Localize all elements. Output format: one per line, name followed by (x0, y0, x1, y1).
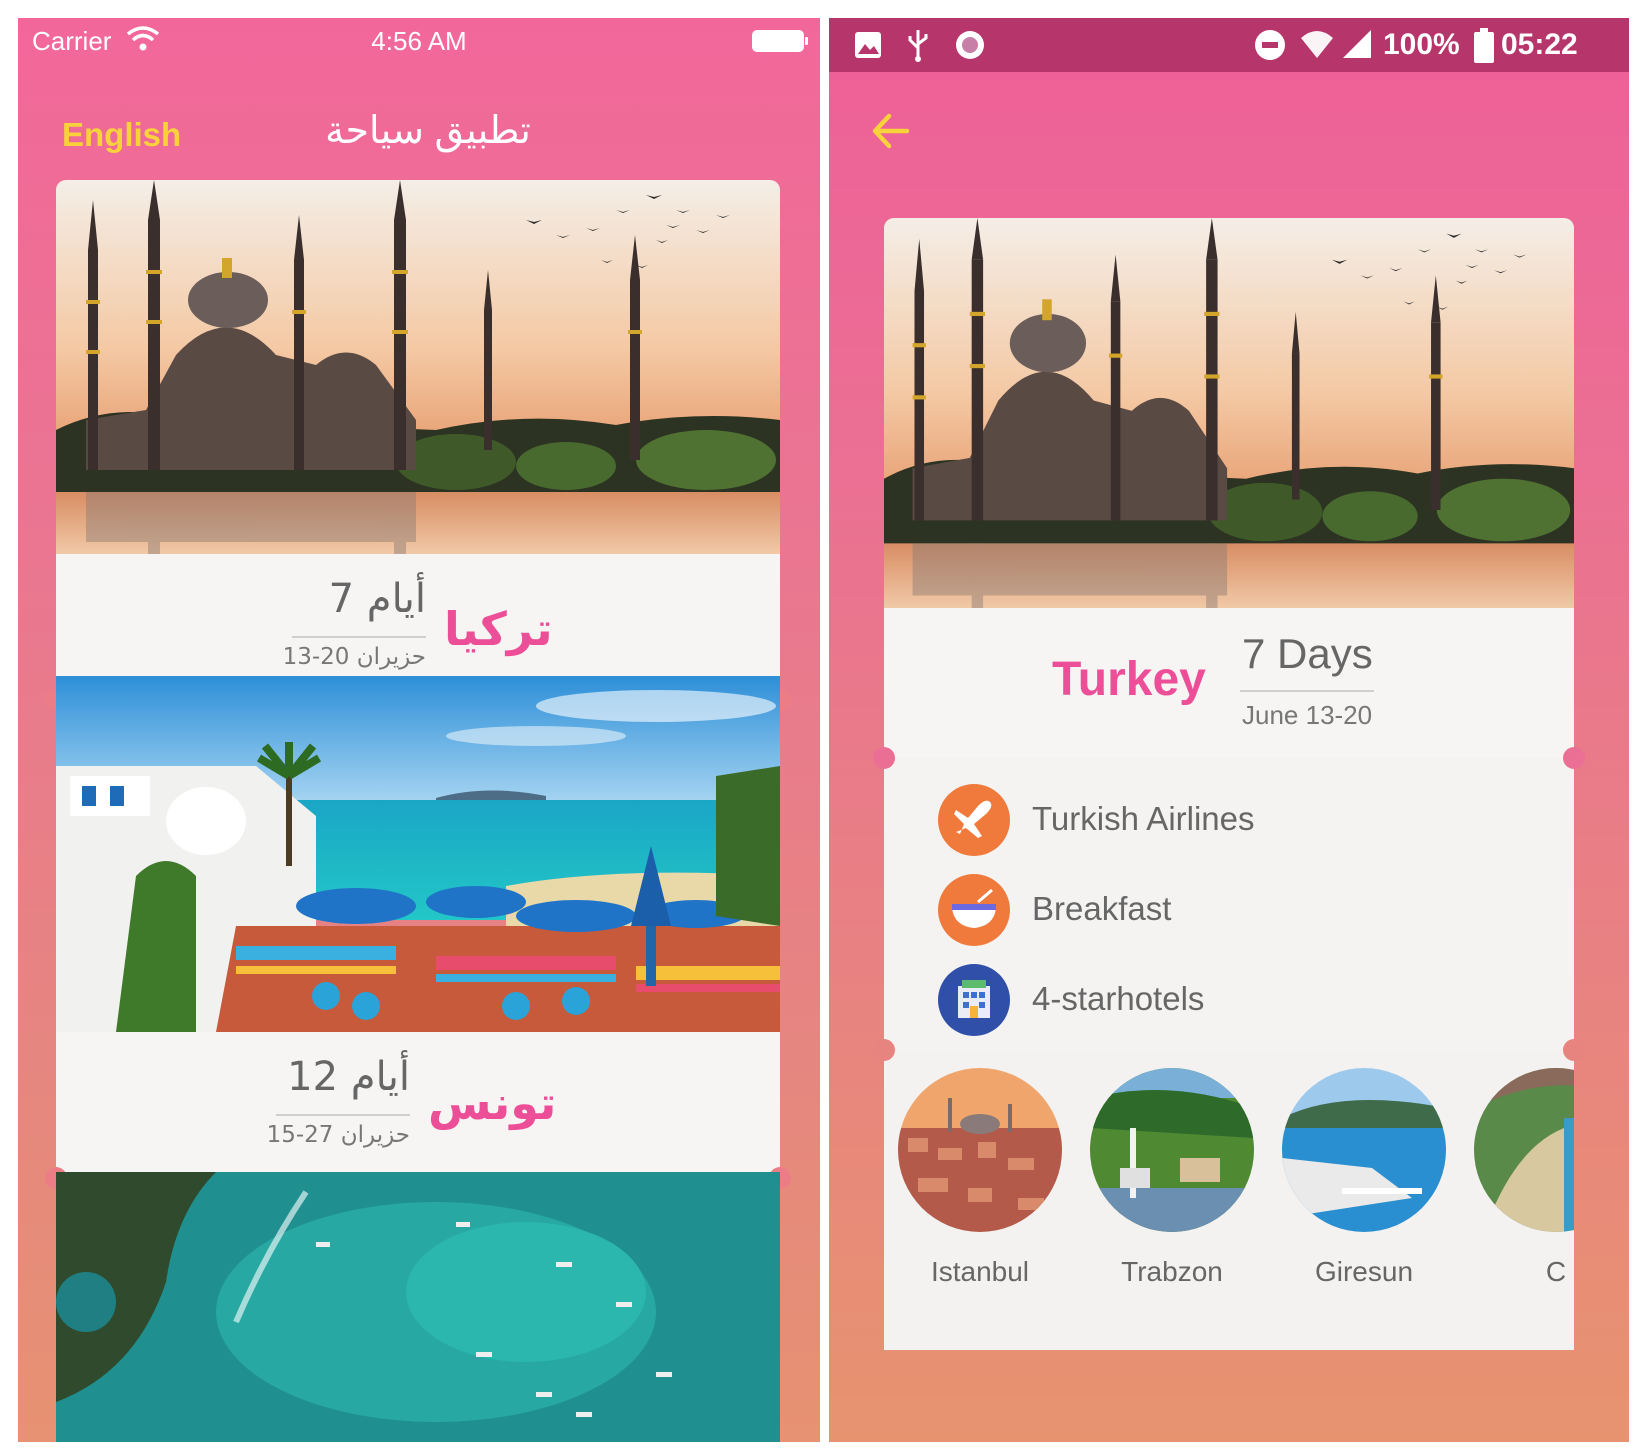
status-time: 05:22 (1501, 28, 1578, 61)
gallery-notification-icon (853, 30, 883, 65)
info-divider (1240, 690, 1374, 692)
wifi-icon (1299, 26, 1335, 67)
city-name: Giresun (1314, 1256, 1414, 1287)
trip-country: تركيا (444, 602, 553, 656)
city-list: Istanbul Trabzon Giresun C (884, 1050, 1574, 1350)
city-name: C (1545, 1256, 1567, 1287)
tunisia-beach-photo (56, 676, 780, 1032)
aerial-coast-photo (56, 1172, 780, 1442)
usb-icon (905, 28, 931, 67)
feature-label: 4-starhotels (1032, 980, 1205, 1017)
trip-dates: 15-27 حزيران (266, 1122, 410, 1148)
battery-percent: 100% (1383, 28, 1460, 61)
trip-days: 7 أيام (328, 576, 426, 622)
do-not-disturb-icon (1253, 28, 1287, 67)
trip-card-third[interactable] (56, 1172, 780, 1442)
hotel-icon (938, 964, 1010, 1036)
tunisia-trip-info: 12 أيام 15-27 حزيران تونس (56, 1032, 780, 1178)
airplane-icon (938, 784, 1010, 856)
app-title: تطبيق سياحة (325, 110, 531, 152)
ticket-notch (873, 1039, 895, 1061)
city-photo (1090, 1068, 1254, 1232)
info-divider (292, 636, 426, 638)
back-button[interactable] (867, 106, 917, 156)
ticket-notch (1563, 747, 1585, 769)
feature-label: Turkish Airlines (1032, 800, 1255, 837)
city-name: Istanbul (930, 1256, 1030, 1287)
trip-card-tunisia[interactable]: 12 أيام 15-27 حزيران تونس (45, 676, 791, 1196)
status-time: 4:56 AM (371, 26, 467, 56)
status-bar: 100% 05:22 (829, 18, 1629, 72)
feature-label: Breakfast (1032, 890, 1172, 927)
turkey-mosque-photo (884, 218, 1574, 608)
record-icon (953, 28, 987, 67)
trip-features: Turkish Airlines Breakfast 4-starhotels (884, 758, 1574, 1050)
turkey-mosque-photo (56, 180, 780, 554)
ticket-notch (873, 747, 895, 769)
app-header: English تطبيق سياحة (18, 90, 820, 190)
arrow-left-icon (872, 113, 910, 149)
trip-days: 7 Days (1242, 630, 1373, 677)
home-screen-arabic: Carrier 4:56 AM English تطبيق سياحة 7 أي… (18, 18, 820, 1442)
language-toggle-button[interactable]: English (62, 116, 181, 154)
info-divider (276, 1114, 410, 1116)
breakfast-bowl-icon (938, 874, 1010, 946)
city-photo (898, 1068, 1062, 1232)
signal-icon (1339, 26, 1375, 67)
feature-airline: Turkish Airlines (938, 784, 1538, 856)
trip-card-turkey[interactable]: 7 أيام 13-20 حزيران تركيا (45, 180, 791, 711)
status-bar: Carrier 4:56 AM (18, 18, 820, 68)
trip-country: تونس (428, 1076, 557, 1130)
feature-breakfast: Breakfast (938, 874, 1538, 946)
city-name: Trabzon (1121, 1256, 1223, 1287)
city-photo (1474, 1068, 1574, 1232)
city-photo (1282, 1068, 1446, 1232)
battery-icon (1473, 28, 1495, 69)
ticket-notch (1563, 1039, 1585, 1061)
battery-icon (752, 30, 808, 52)
trip-dates: 13-20 حزيران (282, 644, 426, 670)
trip-days: 12 أيام (287, 1054, 410, 1100)
trip-detail-screen: 100% 05:22 Turkey 7 Days June 13-20 Turk… (829, 18, 1629, 1442)
trip-country: Turkey (1052, 653, 1206, 706)
trip-dates: June 13-20 (1242, 700, 1373, 730)
feature-hotel: 4-starhotels (938, 964, 1538, 1036)
trip-detail-card: Turkey 7 Days June 13-20 Turkish Airline… (873, 218, 1585, 1398)
trip-summary: Turkey 7 Days June 13-20 (884, 608, 1574, 758)
